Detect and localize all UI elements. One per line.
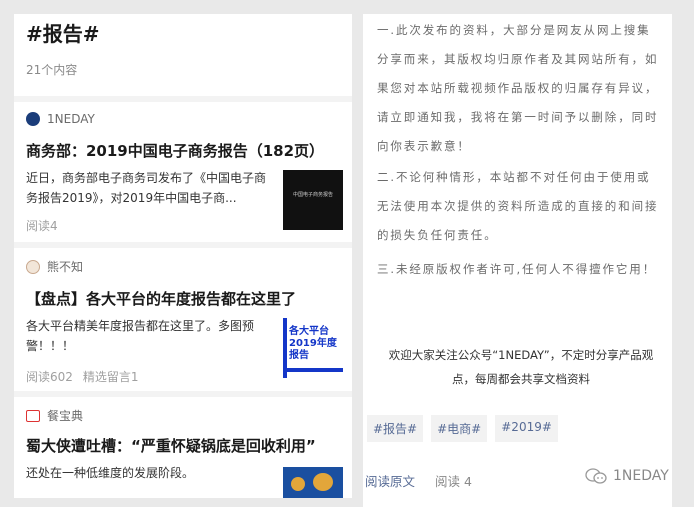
article-source[interactable]: 餐宝典 — [26, 407, 83, 424]
thumbnail-shape — [313, 473, 333, 491]
source-avatar — [26, 259, 40, 274]
topic-count: 21个内容 — [26, 63, 78, 77]
disclaimer-paragraph: 一.此次发布的资料，大部分是网友从网上搜集分享而来，其版权均归原作者及其网站所有… — [377, 23, 659, 153]
article-thumbnail[interactable] — [283, 467, 343, 498]
read-count: 阅读 4 — [435, 474, 472, 489]
wechat-icon — [585, 468, 607, 484]
thumbnail-bar — [287, 368, 343, 372]
article-detail-panel: 一.此次发布的资料，大部分是网友从网上搜集分享而来，其版权均归原作者及其网站所有… — [363, 14, 672, 507]
article-source[interactable]: 1NEDAY — [26, 112, 95, 126]
article-title[interactable]: 商务部：2019中国电子商务报告（182页） — [26, 140, 324, 161]
watermark-text: 1NEDAY — [613, 468, 669, 484]
read-count: 阅读4 — [26, 219, 58, 233]
topic-header: #报告# 21个内容 — [14, 14, 352, 96]
article-title[interactable]: 蜀大侠遭吐槽：“严重怀疑锅底是回收利用” — [26, 435, 316, 456]
thumbnail-caption: 各大平台 2019年度报告 — [289, 326, 337, 361]
article-desc: 近日，商务部电子商务司发布了《中国电子商务报告2019》，对2019年中国电子商… — [26, 171, 267, 205]
article-card[interactable]: 1NEDAY 商务部：2019中国电子商务报告（182页） 近日，商务部电子商务… — [14, 102, 352, 242]
tag-item[interactable]: #2019# — [495, 415, 558, 442]
article-thumbnail[interactable]: 中国电子商务报告 — [283, 170, 343, 230]
article-thumbnail[interactable]: 各大平台 2019年度报告 — [283, 318, 343, 378]
source-name: 餐宝典 — [47, 409, 84, 423]
topic-title: #报告# — [26, 22, 100, 46]
article-meta: 阅读602 精选留言1 — [26, 368, 139, 385]
thumbnail-caption: 中国电子商务报告 — [292, 192, 333, 198]
article-card[interactable]: 熊不知 【盘点】各大平台的年度报告都在这里了 各大平台精美年度报告都在这里了。多… — [14, 248, 352, 391]
tag-item[interactable]: #电商# — [431, 415, 488, 442]
disclaimer-paragraph: 三.未经原版权作者许可,任何人不得擅作它用！ — [377, 262, 657, 276]
disclaimer-paragraph: 二.不论何种情形，本站都不对任何由于使用或无法使用本次提供的资料所造成的直接的和… — [377, 170, 659, 242]
article-desc: 各大平台精美年度报告都在这里了。多图预警！！！ — [26, 319, 255, 353]
watermark: 1NEDAY — [585, 468, 669, 484]
search-results-panel: #报告# 21个内容 1NEDAY 商务部：2019中国电子商务报告（182页）… — [14, 14, 352, 498]
source-avatar — [26, 409, 40, 422]
welcome-text: 欢迎大家关注公众号“1NEDAY”，不定时分享产品观点，每周都会共享文档资料 — [388, 348, 654, 386]
tag-item[interactable]: #报告# — [367, 415, 424, 442]
source-name: 1NEDAY — [47, 112, 95, 126]
article-title[interactable]: 【盘点】各大平台的年度报告都在这里了 — [26, 288, 296, 309]
article-footer: 阅读原文 阅读 4 — [365, 471, 472, 490]
article-source[interactable]: 熊不知 — [26, 258, 83, 275]
read-count: 阅读602 — [26, 370, 73, 384]
article-desc: 还处在一种低维度的发展阶段。 — [26, 466, 195, 480]
source-avatar — [26, 112, 40, 126]
tag-list: #报告# #电商# #2019# — [367, 415, 558, 442]
article-card[interactable]: 餐宝典 蜀大侠遭吐槽：“严重怀疑锅底是回收利用” 还处在一种低维度的发展阶段。 — [14, 397, 352, 498]
read-original-link[interactable]: 阅读原文 — [365, 474, 415, 489]
article-meta: 阅读4 — [26, 217, 58, 234]
source-name: 熊不知 — [47, 260, 84, 274]
thumbnail-shape — [291, 477, 305, 491]
comment-count: 精选留言1 — [82, 370, 139, 384]
